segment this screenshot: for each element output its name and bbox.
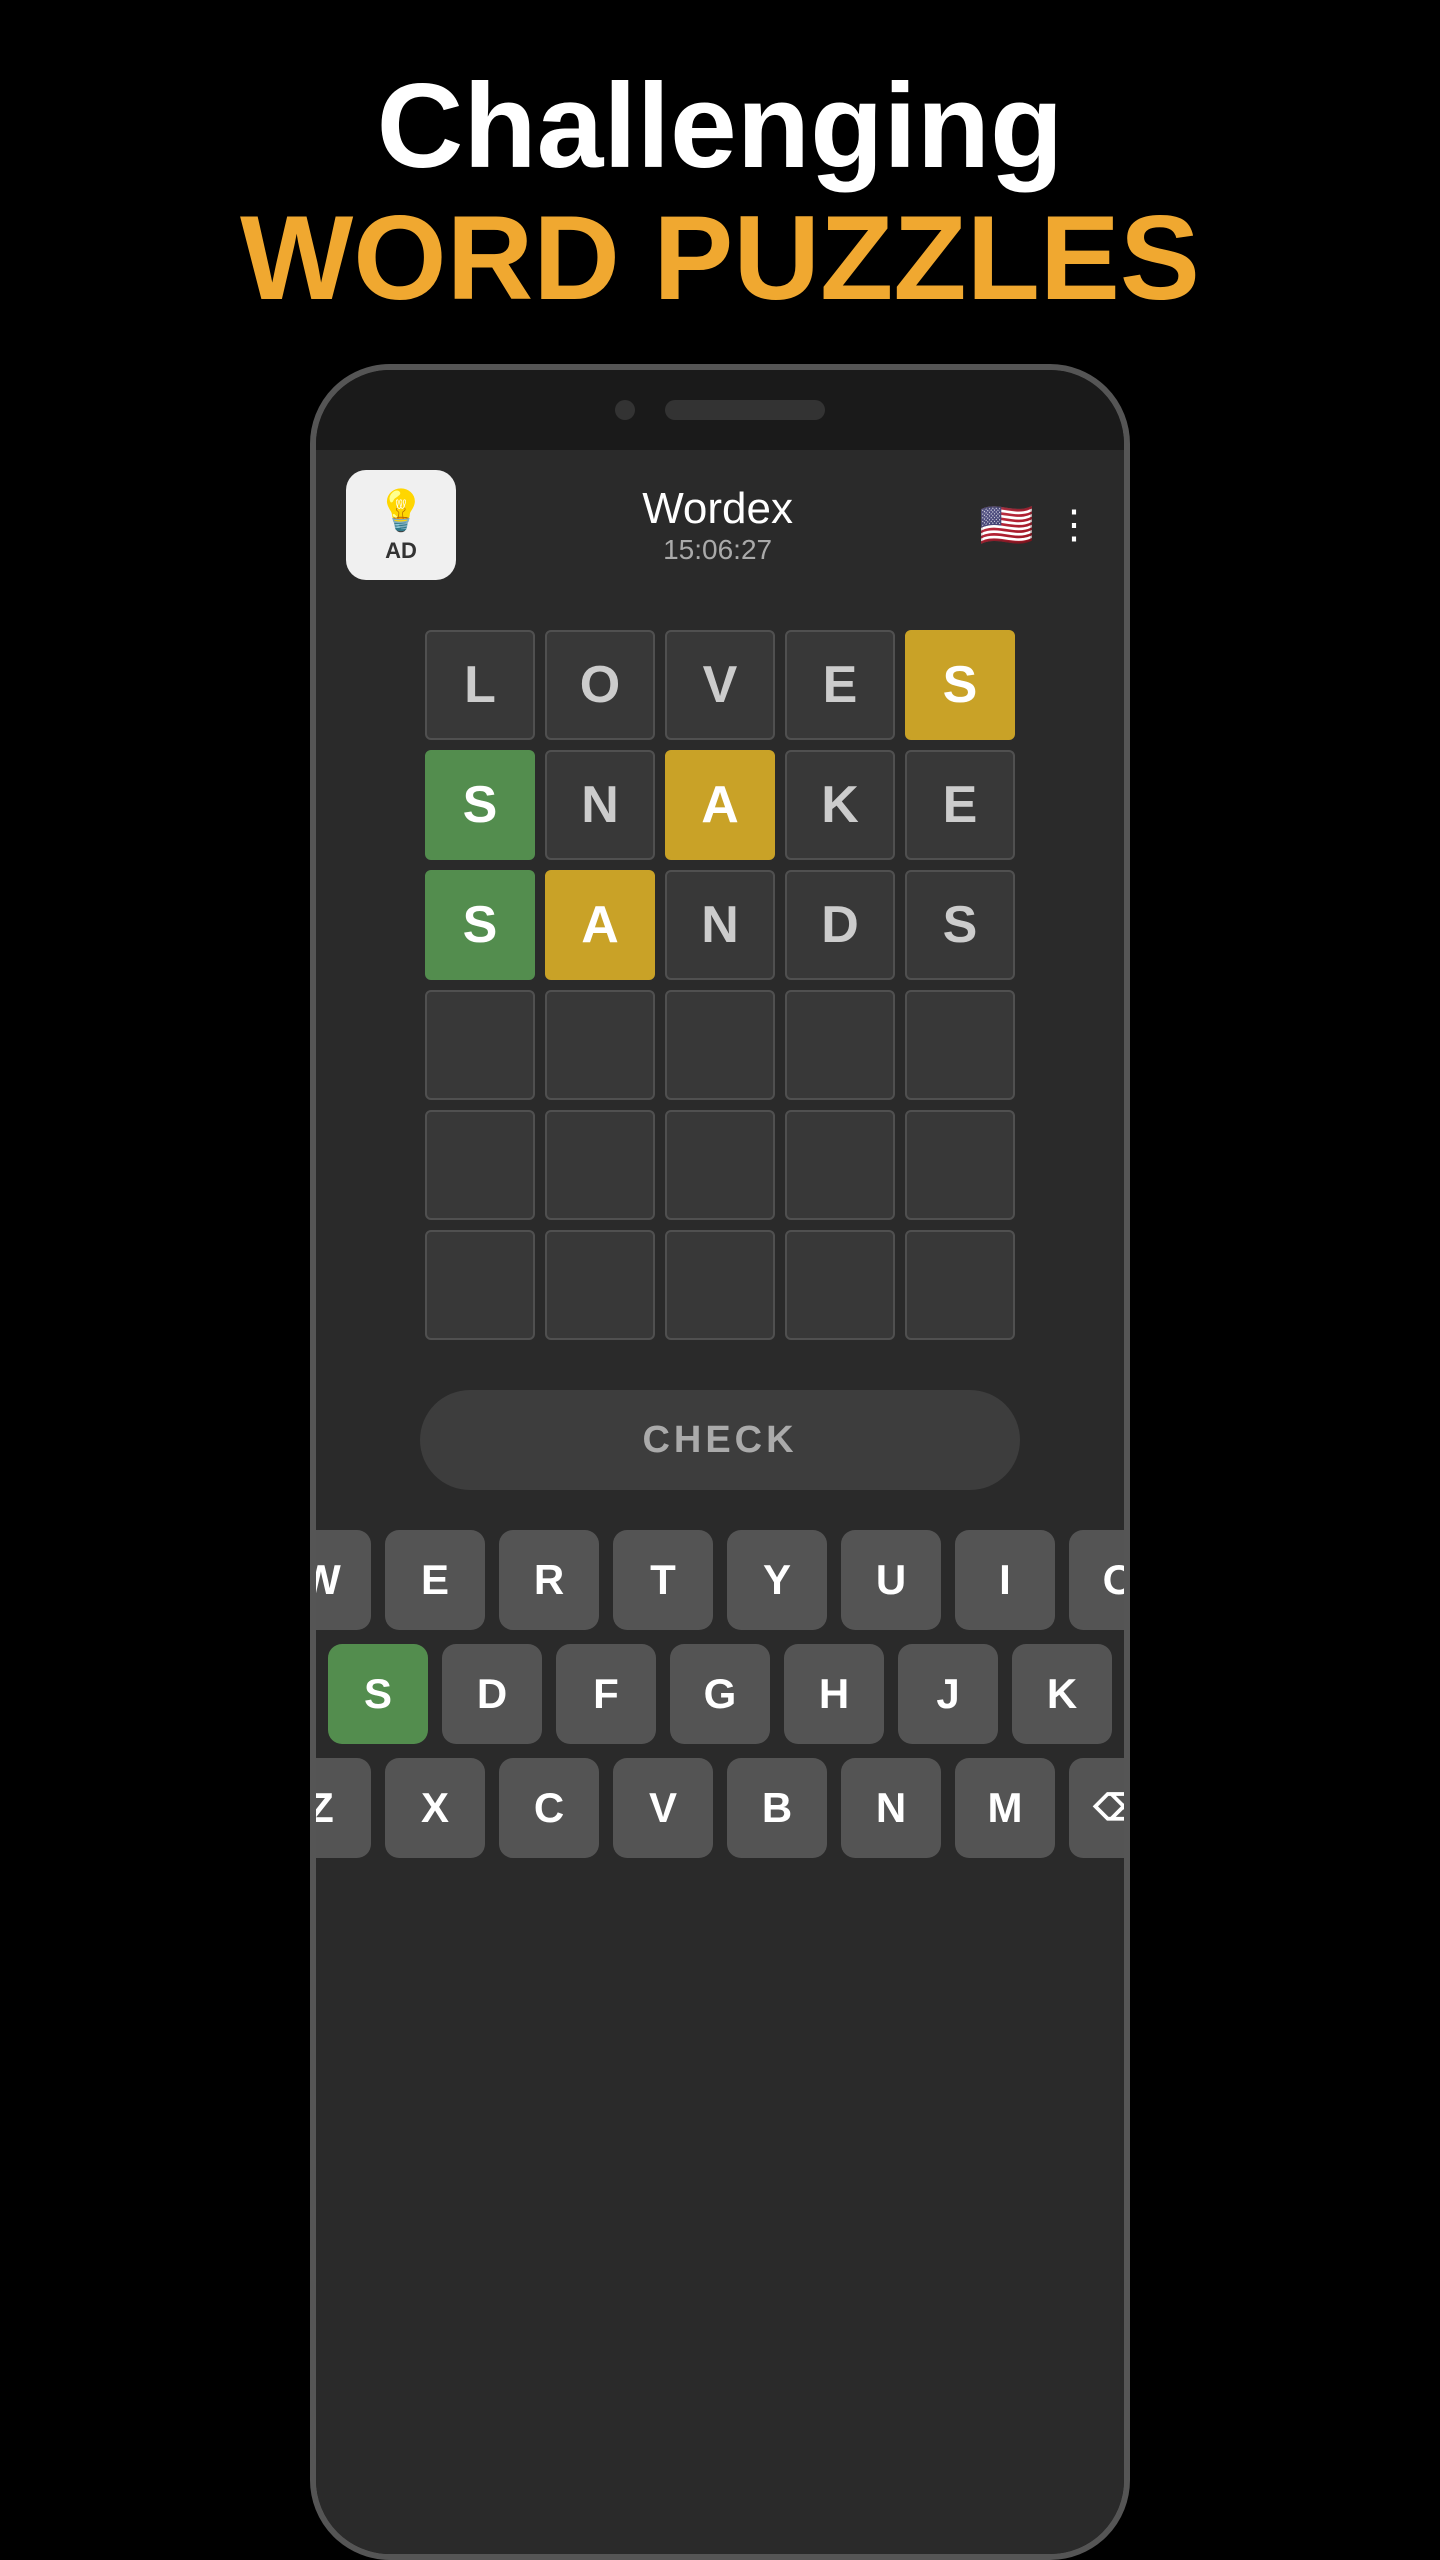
check-button[interactable]: CHECK xyxy=(420,1390,1020,1490)
key-k[interactable]: K xyxy=(1012,1644,1112,1744)
app-title: Wordex xyxy=(642,484,793,534)
phone-frame: 💡 AD Wordex 15:06:27 🇺🇸 ⋮ LOVESSNAKESAND… xyxy=(310,364,1130,2560)
header-right: 🇺🇸 ⋮ xyxy=(979,499,1094,551)
menu-dots-icon[interactable]: ⋮ xyxy=(1054,502,1094,548)
cell-4-4 xyxy=(905,1110,1015,1220)
key-h[interactable]: H xyxy=(784,1644,884,1744)
phone-camera xyxy=(615,400,635,420)
cell-5-1 xyxy=(545,1230,655,1340)
volume-button-bottom xyxy=(1124,790,1130,870)
check-label: CHECK xyxy=(642,1419,797,1462)
cell-5-4 xyxy=(905,1230,1015,1340)
key-x[interactable]: X xyxy=(385,1758,485,1858)
key-f[interactable]: F xyxy=(556,1644,656,1744)
cell-1-1: N xyxy=(545,750,655,860)
bulb-icon: 💡 xyxy=(376,487,426,534)
key-r[interactable]: R xyxy=(499,1530,599,1630)
cell-0-1: O xyxy=(545,630,655,740)
key-l[interactable]: L xyxy=(1126,1644,1130,1744)
cell-3-2 xyxy=(665,990,775,1100)
key-m[interactable]: M xyxy=(955,1758,1055,1858)
cell-1-0: S xyxy=(425,750,535,860)
key-s[interactable]: S xyxy=(328,1644,428,1744)
cell-1-3: K xyxy=(785,750,895,860)
key-b[interactable]: B xyxy=(727,1758,827,1858)
app-header-text: Challenging WORD PUZZLES xyxy=(240,0,1200,364)
ad-label: AD xyxy=(385,538,417,564)
cell-0-0: L xyxy=(425,630,535,740)
header-line1: Challenging xyxy=(240,60,1200,192)
ad-button[interactable]: 💡 AD xyxy=(346,470,456,580)
cell-0-4: S xyxy=(905,630,1015,740)
flag-icon: 🇺🇸 xyxy=(979,499,1034,551)
cell-0-2: V xyxy=(665,630,775,740)
phone-speaker xyxy=(665,400,825,420)
cell-0-3: E xyxy=(785,630,895,740)
key-o[interactable]: O xyxy=(1069,1530,1130,1630)
cell-2-0: S xyxy=(425,870,535,980)
app-screen: 💡 AD Wordex 15:06:27 🇺🇸 ⋮ LOVESSNAKESAND… xyxy=(316,450,1124,2554)
cell-1-4: E xyxy=(905,750,1015,860)
key-y[interactable]: Y xyxy=(727,1530,827,1630)
keyboard-row-0: QWERTYUIOP xyxy=(310,1530,1130,1630)
app-timer: 15:06:27 xyxy=(642,534,793,566)
cell-2-2: N xyxy=(665,870,775,980)
phone-top-bar xyxy=(316,370,1124,450)
key-v[interactable]: V xyxy=(613,1758,713,1858)
header-line2: WORD PUZZLES xyxy=(240,192,1200,324)
key-i[interactable]: I xyxy=(955,1530,1055,1630)
key-g[interactable]: G xyxy=(670,1644,770,1744)
key-⌫[interactable]: ⌫ xyxy=(1069,1758,1130,1858)
keyboard: QWERTYUIOPASDFGHJKLZXCVBNM⌫ xyxy=(316,1520,1124,1868)
key-c[interactable]: C xyxy=(499,1758,599,1858)
key-z[interactable]: Z xyxy=(310,1758,371,1858)
cell-3-0 xyxy=(425,990,535,1100)
key-w[interactable]: W xyxy=(310,1530,371,1630)
cell-5-0 xyxy=(425,1230,535,1340)
key-t[interactable]: T xyxy=(613,1530,713,1630)
cell-4-0 xyxy=(425,1110,535,1220)
app-title-section: Wordex 15:06:27 xyxy=(642,484,793,566)
cell-4-3 xyxy=(785,1110,895,1220)
key-d[interactable]: D xyxy=(442,1644,542,1744)
key-e[interactable]: E xyxy=(385,1530,485,1630)
cell-3-1 xyxy=(545,990,655,1100)
cell-2-4: S xyxy=(905,870,1015,980)
cell-3-4 xyxy=(905,990,1015,1100)
key-n[interactable]: N xyxy=(841,1758,941,1858)
cell-5-2 xyxy=(665,1230,775,1340)
volume-button-top xyxy=(1124,670,1130,750)
keyboard-row-1: ASDFGHJKL xyxy=(310,1644,1130,1744)
key-j[interactable]: J xyxy=(898,1644,998,1744)
cell-1-2: A xyxy=(665,750,775,860)
cell-4-1 xyxy=(545,1110,655,1220)
key-u[interactable]: U xyxy=(841,1530,941,1630)
key-a[interactable]: A xyxy=(310,1644,314,1744)
game-header: 💡 AD Wordex 15:06:27 🇺🇸 ⋮ xyxy=(316,450,1124,600)
keyboard-row-2: ZXCVBNM⌫ xyxy=(310,1758,1130,1858)
cell-2-3: D xyxy=(785,870,895,980)
cell-2-1: A xyxy=(545,870,655,980)
cell-4-2 xyxy=(665,1110,775,1220)
game-grid: LOVESSNAKESANDS xyxy=(425,630,1015,1340)
cell-5-3 xyxy=(785,1230,895,1340)
cell-3-3 xyxy=(785,990,895,1100)
